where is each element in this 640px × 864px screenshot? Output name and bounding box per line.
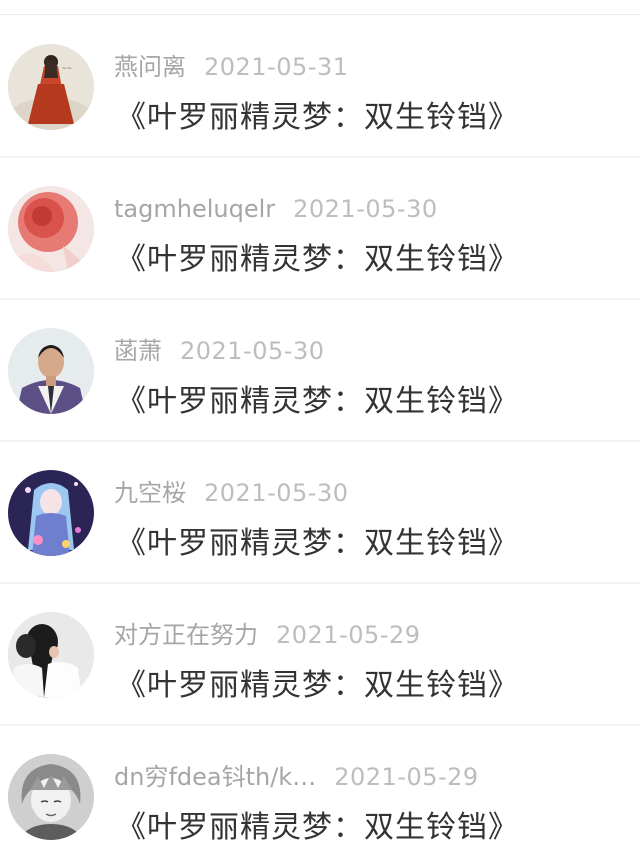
- comment-date: 2021-05-31: [204, 53, 349, 81]
- avatar-man-portrait[interactable]: [8, 328, 94, 414]
- man-portrait-image: [8, 328, 94, 414]
- comment-meta: tagmheluqelr 2021-05-30: [114, 192, 438, 226]
- username[interactable]: 菡萧: [114, 337, 162, 365]
- book-title[interactable]: 《叶罗丽精灵梦：双生铃铛》: [116, 666, 519, 706]
- anime-boy-image: [8, 754, 94, 840]
- username[interactable]: 九空桜: [114, 479, 186, 507]
- book-title[interactable]: 《叶罗丽精灵梦：双生铃铛》: [116, 240, 519, 280]
- comment-date: 2021-05-29: [276, 621, 421, 649]
- username[interactable]: 对方正在努力: [114, 621, 258, 649]
- comment-row[interactable]: 九空桜 2021-05-30 《叶罗丽精灵梦：双生铃铛》: [0, 442, 640, 584]
- woman-painting-image: ~~: [8, 44, 94, 130]
- book-title[interactable]: 《叶罗丽精灵梦：双生铃铛》: [116, 808, 519, 848]
- red-flower-image: [8, 186, 94, 272]
- comment-row[interactable]: 对方正在努力 2021-05-29 《叶罗丽精灵梦：双生铃铛》: [0, 584, 640, 726]
- comment-row[interactable]: ~~ 燕问离 2021-05-31 《叶罗丽精灵梦：双生铃铛》: [0, 16, 640, 158]
- book-title[interactable]: 《叶罗丽精灵梦：双生铃铛》: [116, 524, 519, 564]
- avatar-anime-boy[interactable]: [8, 754, 94, 840]
- comment-date: 2021-05-30: [204, 479, 349, 507]
- username[interactable]: dn穷fdea钭th/k…: [114, 763, 316, 791]
- comment-date: 2021-05-29: [334, 763, 479, 791]
- avatar-red-flower[interactable]: [8, 186, 94, 272]
- comment-meta: 对方正在努力 2021-05-29: [114, 618, 420, 652]
- top-divider: [0, 14, 640, 15]
- comment-meta: 燕问离 2021-05-31: [114, 50, 348, 84]
- anime-girl-image: [8, 470, 94, 556]
- comment-meta: 菡萧 2021-05-30: [114, 334, 324, 368]
- comment-row[interactable]: 菡萧 2021-05-30 《叶罗丽精灵梦：双生铃铛》: [0, 300, 640, 442]
- comment-meta: dn穷fdea钭th/k… 2021-05-29: [114, 760, 479, 794]
- avatar-woman-painting[interactable]: ~~: [8, 44, 94, 130]
- comment-row[interactable]: tagmheluqelr 2021-05-30 《叶罗丽精灵梦：双生铃铛》: [0, 158, 640, 300]
- book-title[interactable]: 《叶罗丽精灵梦：双生铃铛》: [116, 98, 519, 138]
- comment-feed: ~~ 燕问离 2021-05-31 《叶罗丽精灵梦：双生铃铛》 tagmheluq…: [0, 0, 640, 864]
- avatar-anime-girl[interactable]: [8, 470, 94, 556]
- book-title[interactable]: 《叶罗丽精灵梦：双生铃铛》: [116, 382, 519, 422]
- couple-photo-image: [8, 612, 94, 698]
- username[interactable]: 燕问离: [114, 53, 186, 81]
- username[interactable]: tagmheluqelr: [114, 195, 275, 223]
- comment-meta: 九空桜 2021-05-30: [114, 476, 348, 510]
- comment-date: 2021-05-30: [180, 337, 325, 365]
- svg-text:~~: ~~: [62, 65, 72, 72]
- comment-row[interactable]: dn穷fdea钭th/k… 2021-05-29 《叶罗丽精灵梦：双生铃铛》: [0, 726, 640, 864]
- comment-date: 2021-05-30: [293, 195, 438, 223]
- avatar-couple-photo[interactable]: [8, 612, 94, 698]
